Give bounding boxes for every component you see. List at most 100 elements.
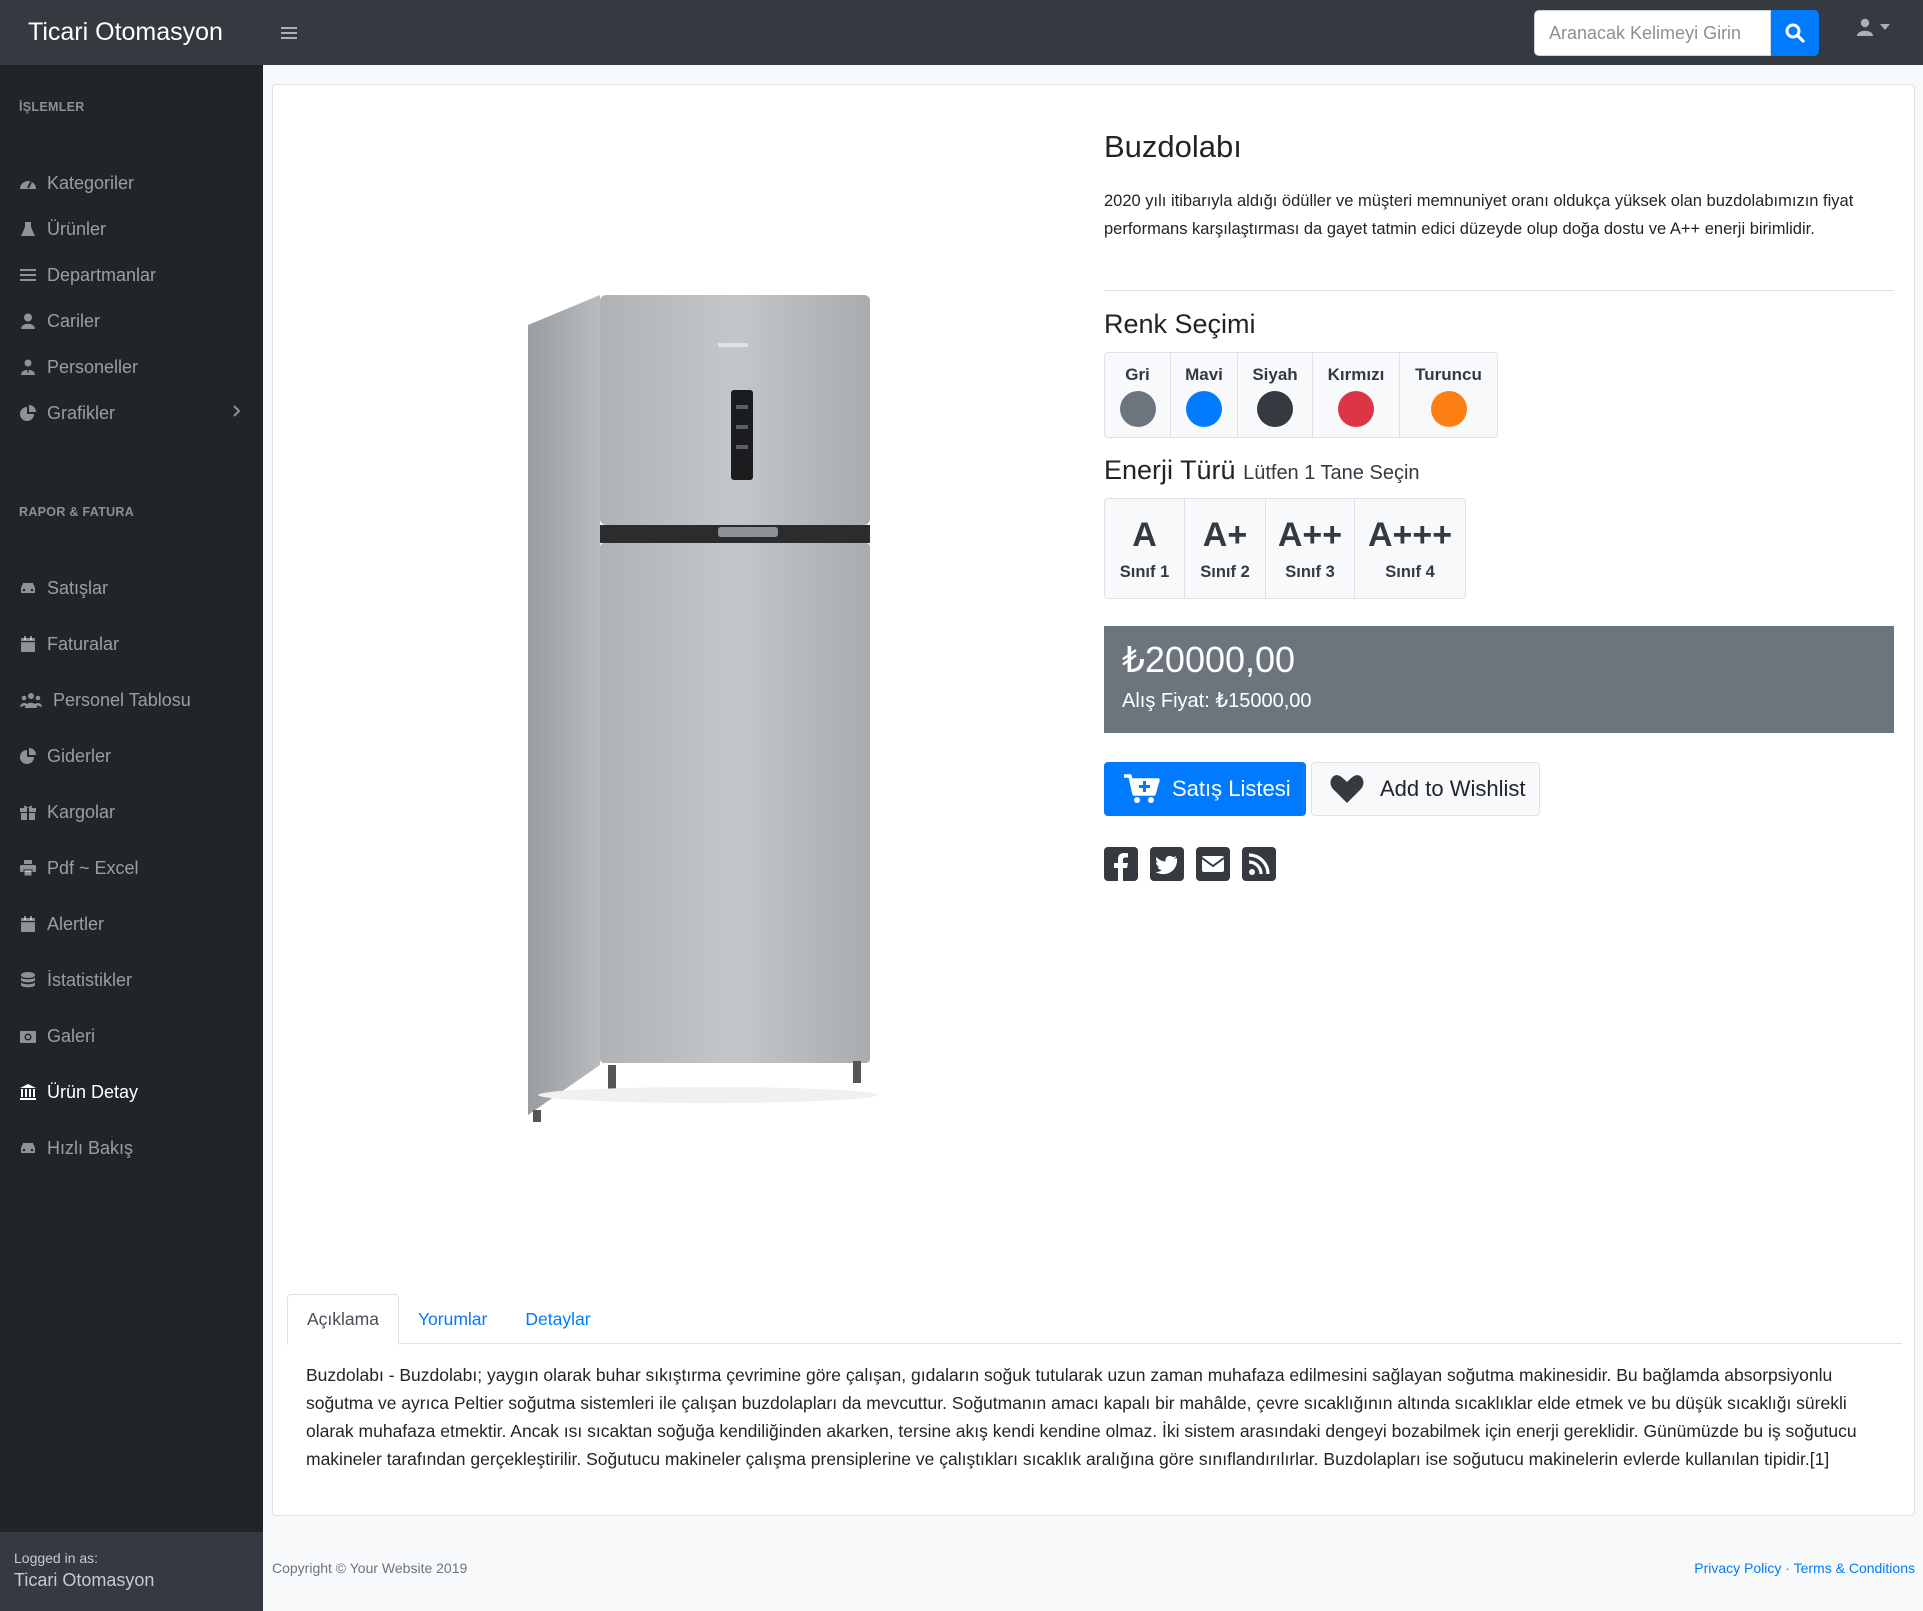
product-card: Buzdolabı 2020 yılı itibarıyla aldığı öd… [272,84,1915,1516]
copyright: Copyright © Your Website 2019 [272,1560,468,1576]
sidebar-item-alertler[interactable]: Alertler [0,901,263,947]
sales-list-label: Satış Listesi [1172,776,1291,801]
search-icon [1785,23,1805,43]
energy-grade: A++ [1277,516,1343,554]
pie-chart-icon [19,748,37,764]
terms-link[interactable]: Terms & Conditions [1794,1560,1915,1576]
sidebar-item-label: Faturalar [47,633,120,654]
caret-down-icon [1880,24,1890,30]
wishlist-button[interactable]: Add to Wishlist [1311,762,1540,816]
sidebar-item-personeller[interactable]: Personeller [0,344,263,390]
sidebar-item-label: Pdf ~ Excel [47,857,139,878]
product-title: Buzdolabı [1104,129,1242,164]
search-group [1534,10,1819,56]
color-swatch [1430,391,1467,427]
sidebar-item-label: Galeri [47,1025,96,1046]
energy-option-a[interactable]: A Sınıf 1 [1105,499,1185,598]
list-icon [19,267,37,283]
sidebar-item-departmanlar[interactable]: Departmanlar [0,252,263,298]
sidebar-item-kategoriler[interactable]: Kategoriler [0,160,263,206]
social-links [1104,847,1276,881]
sidebar-item-pdf-excel[interactable]: Pdf ~ Excel [0,845,263,891]
sidebar-item-label: Giderler [47,745,112,766]
user-tie-icon [19,359,37,375]
color-option-turuncu[interactable]: Turuncu [1400,353,1497,437]
color-option-kirmizi[interactable]: Kırmızı [1313,353,1400,437]
sidebar-item-urun-detay[interactable]: Ürün Detay [0,1069,263,1115]
sidebar-item-galeri[interactable]: Galeri [0,1013,263,1059]
page-footer: Copyright © Your Website 2019 Privacy Po… [272,1560,1915,1584]
color-swatch [1338,391,1374,427]
energy-selector: A Sınıf 1 A+ Sınıf 2 A++ Sınıf 3 A+++ Sı… [1104,498,1466,599]
color-selector: Gri Mavi Siyah Kırmızı Turuncu [1104,352,1498,438]
cart-plus-icon [1124,774,1160,803]
energy-option-a-plus-plus[interactable]: A++ Sınıf 3 [1266,499,1355,598]
color-label: Kırmızı [1327,365,1385,384]
sidebar-footer: Logged in as: Ticari Otomasyon [0,1532,263,1611]
sidebar-item-label: Personel Tablosu [53,689,191,710]
camera-icon [19,1028,37,1044]
color-option-siyah[interactable]: Siyah [1238,353,1313,437]
sidebar-item-istatistikler[interactable]: İstatistikler [0,957,263,1003]
sidebar-item-label: Departmanlar [47,264,157,285]
sidebar-item-label: Ürün Detay [47,1081,139,1102]
sidebar-item-faturalar[interactable]: Faturalar [0,621,263,667]
rss-icon[interactable] [1242,847,1276,881]
wishlist-label: Add to Wishlist [1380,776,1526,801]
menu-toggle-icon[interactable] [281,24,297,42]
flask-icon [19,221,37,237]
calendar-icon [19,636,37,652]
color-option-gri[interactable]: Gri [1105,353,1171,437]
sidebar-heading-rapor: RAPOR & FATURA [19,505,135,519]
footer-separator: · [1785,1560,1790,1576]
color-swatch [1119,391,1156,427]
color-option-mavi[interactable]: Mavi [1171,353,1238,437]
sidebar-item-hizli-bakis[interactable]: Hızlı Bakış [0,1125,263,1171]
tab-detaylar[interactable]: Detaylar [506,1294,609,1344]
energy-option-a-plus-plus-plus[interactable]: A+++ Sınıf 4 [1355,499,1465,598]
top-navbar: Ticari Otomasyon [0,0,1923,65]
energy-option-a-plus[interactable]: A+ Sınıf 2 [1185,499,1266,598]
sidebar-item-personel-tablosu[interactable]: Personel Tablosu [0,677,263,723]
sidebar-item-label: Personeller [47,356,139,377]
heart-icon [1330,775,1364,803]
search-button[interactable] [1771,10,1819,56]
logged-in-user: Ticari Otomasyon [14,1570,155,1590]
gift-icon [19,804,37,820]
tab-aciklama[interactable]: Açıklama [287,1294,399,1345]
sidebar-item-satislar[interactable]: Satışlar [0,565,263,611]
car-icon [19,1140,37,1156]
user-icon [1857,18,1873,36]
sidebar-item-label: Satışlar [47,577,109,598]
energy-hint: Lütfen 1 Tane Seçin [1243,462,1420,484]
print-icon [19,860,37,876]
sidebar-item-label: Grafikler [47,402,116,423]
brand[interactable]: Ticari Otomasyon [0,18,263,47]
email-icon[interactable] [1196,847,1230,881]
energy-class: Sınıf 1 [1119,563,1170,581]
calendar-icon [19,916,37,932]
energy-title: Enerji Türü [1104,455,1236,485]
sidebar-item-urunler[interactable]: Ürünler [0,206,263,252]
energy-class: Sınıf 4 [1385,563,1435,581]
sidebar-item-grafikler[interactable]: Grafikler [0,390,263,436]
privacy-policy-link[interactable]: Privacy Policy [1694,1560,1781,1576]
tab-yorumlar[interactable]: Yorumlar [399,1294,506,1344]
price-box: ₺20000,00 Alış Fiyat: ₺15000,00 [1104,626,1894,733]
energy-section-title: Enerji Türü Lütfen 1 Tane Seçin [1104,455,1420,486]
sidebar-item-kargolar[interactable]: Kargolar [0,789,263,835]
chevron-right-icon [233,404,241,422]
sidebar-item-cariler[interactable]: Cariler [0,298,263,344]
user-menu[interactable] [1856,18,1890,36]
dashboard-icon [19,175,37,191]
search-input[interactable] [1534,10,1771,56]
sales-list-button[interactable]: Satış Listesi [1104,762,1306,816]
energy-grade: A [1132,516,1157,554]
sidebar-item-giderler[interactable]: Giderler [0,733,263,779]
facebook-icon[interactable] [1104,847,1138,881]
twitter-icon[interactable] [1150,847,1184,881]
footer-links: Privacy Policy · Terms & Conditions [1694,1560,1915,1576]
sidebar-item-label: Alertler [47,913,105,934]
buy-price: Alış Fiyat: ₺15000,00 [1122,690,1312,712]
product-tabs: Açıklama Yorumlar Detaylar [287,1294,1902,1345]
